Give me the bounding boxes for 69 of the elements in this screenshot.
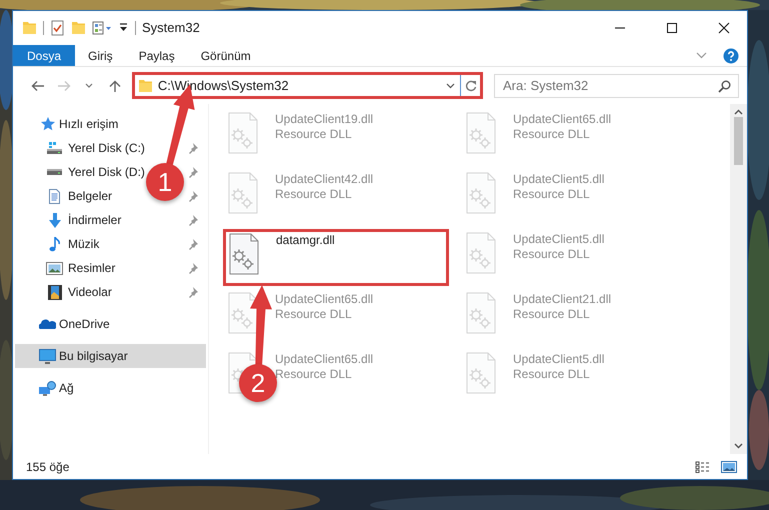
file-type: Resource DLL xyxy=(513,127,591,142)
document-icon xyxy=(48,188,62,204)
pin-icon[interactable] xyxy=(187,286,198,298)
scrollbar-thumb[interactable] xyxy=(734,117,743,165)
pictures-icon xyxy=(46,262,63,274)
nav-item[interactable]: Videolar xyxy=(46,280,112,304)
search-icon[interactable] xyxy=(718,80,732,92)
properties-icon[interactable] xyxy=(50,20,65,36)
file-type: Resource DLL xyxy=(513,307,591,322)
maximize-icon[interactable] xyxy=(666,22,678,34)
pin-icon[interactable] xyxy=(187,166,198,178)
customize-caret-icon[interactable] xyxy=(119,23,129,33)
nav-item[interactable]: Yerel Disk (C:) xyxy=(46,136,145,160)
nav-item[interactable]: Yerel Disk (D:) xyxy=(46,160,145,184)
view-icon[interactable] xyxy=(92,21,113,35)
file-item[interactable]: datamgr.dll xyxy=(223,229,449,286)
file-type: Resource DLL xyxy=(275,307,353,322)
dropdown-caret-icon[interactable] xyxy=(446,82,456,88)
recent-caret-icon[interactable] xyxy=(85,83,94,88)
ribbon-tab[interactable]: Giriş xyxy=(75,45,126,66)
pin-icon[interactable] xyxy=(187,262,198,274)
nav-item[interactable]: OneDrive xyxy=(39,312,110,336)
up-icon[interactable] xyxy=(108,80,122,92)
file-type: Resource DLL xyxy=(513,247,591,262)
file-type: Resource DLL xyxy=(513,187,591,202)
address-bar[interactable]: C:\Windows\System32 xyxy=(132,72,484,99)
film-icon xyxy=(48,284,62,300)
network-icon xyxy=(39,380,56,396)
file-type: Resource DLL xyxy=(275,367,353,382)
ribbon-tab[interactable]: Paylaş xyxy=(126,45,188,66)
drive-icon xyxy=(46,142,63,154)
pin-icon[interactable] xyxy=(187,214,198,226)
file-type: Resource DLL xyxy=(275,127,353,142)
item-count: 155 öğe xyxy=(26,458,70,476)
window-title: System32 xyxy=(142,19,200,38)
drive-icon xyxy=(46,169,63,175)
file-name[interactable]: datamgr.dll xyxy=(276,233,335,248)
minimize-icon[interactable] xyxy=(614,27,626,29)
ribbon-tab[interactable]: Görünüm xyxy=(188,45,264,66)
ribbon-tab[interactable]: Dosya xyxy=(13,45,76,66)
close-icon[interactable] xyxy=(718,22,730,34)
pin-icon[interactable] xyxy=(187,190,198,202)
scroll-down-icon[interactable] xyxy=(734,443,743,449)
nav-item[interactable]: Hızlı erişim xyxy=(39,112,118,136)
expand-ribbon-icon[interactable] xyxy=(696,52,707,59)
back-icon[interactable] xyxy=(30,80,45,92)
nav-item[interactable]: Bu bilgisayar xyxy=(15,344,206,368)
nav-item[interactable]: Resimler xyxy=(46,256,116,280)
music-note-icon xyxy=(48,236,60,252)
file-type: Resource DLL xyxy=(513,367,591,382)
nav-item[interactable]: Müzik xyxy=(46,232,100,256)
file-type: Resource DLL xyxy=(275,187,353,202)
download-icon xyxy=(48,212,62,228)
pin-icon[interactable] xyxy=(187,238,198,250)
nav-item[interactable]: Ağ xyxy=(39,376,74,400)
folder-icon xyxy=(138,78,153,92)
refresh-icon[interactable] xyxy=(464,80,477,92)
monitor-icon xyxy=(39,348,56,364)
star-icon xyxy=(40,116,56,132)
pin-icon[interactable] xyxy=(187,142,198,154)
nav-item[interactable]: Belgeler xyxy=(46,184,112,208)
scroll-up-icon[interactable] xyxy=(734,109,743,115)
nav-item[interactable]: İndirmeler xyxy=(46,208,122,232)
search-field[interactable]: Ara: System32 xyxy=(494,74,740,98)
large-icons-view-icon[interactable] xyxy=(721,460,737,472)
scrollbar[interactable] xyxy=(730,104,747,454)
help-icon[interactable] xyxy=(723,48,739,64)
cloud-icon xyxy=(39,319,56,329)
dll-file-icon[interactable] xyxy=(229,233,259,275)
